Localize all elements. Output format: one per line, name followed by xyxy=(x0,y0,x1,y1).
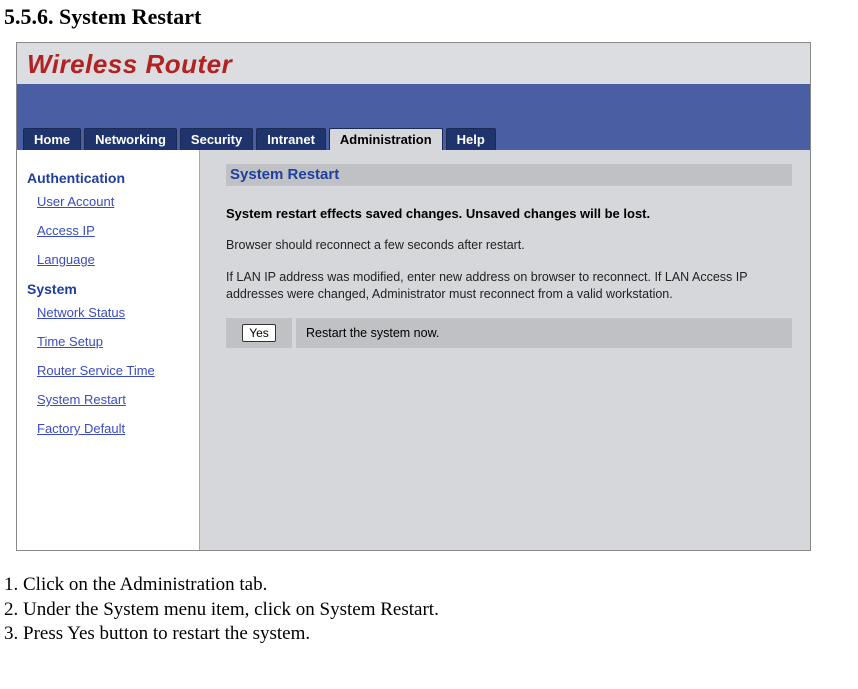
sidebar-item-user-account[interactable]: User Account xyxy=(37,194,189,209)
panel-text-2: If LAN IP address was modified, enter ne… xyxy=(226,269,792,304)
sidebar-section-system: System xyxy=(27,281,189,297)
tab-intranet[interactable]: Intranet xyxy=(256,128,326,150)
doc-step-1: 1. Click on the Administration tab. xyxy=(4,573,854,598)
yes-button[interactable]: Yes xyxy=(242,324,276,342)
panel-title: System Restart xyxy=(226,164,792,186)
panel-text-1: Browser should reconnect a few seconds a… xyxy=(226,237,792,255)
sidebar: Authentication User Account Access IP La… xyxy=(17,150,200,550)
tab-home[interactable]: Home xyxy=(23,128,81,150)
doc-step-2: 2. Under the System menu item, click on … xyxy=(4,598,854,623)
router-logo: Wireless Router xyxy=(27,49,232,79)
sidebar-item-network-status[interactable]: Network Status xyxy=(37,305,189,320)
doc-step-3: 3. Press Yes button to restart the syste… xyxy=(4,622,854,647)
restart-action-text: Restart the system now. xyxy=(296,318,792,348)
doc-section-heading: 5.5.6. System Restart xyxy=(4,4,854,30)
router-header: Wireless Router xyxy=(17,43,810,84)
panel-warning: System restart effects saved changes. Un… xyxy=(226,206,792,221)
router-screenshot: Wireless Router Home Networking Security… xyxy=(16,42,811,551)
main-panel: System Restart System restart effects sa… xyxy=(200,150,810,550)
sidebar-item-factory-default[interactable]: Factory Default xyxy=(37,421,189,436)
router-body: Authentication User Account Access IP La… xyxy=(17,150,810,550)
tab-help[interactable]: Help xyxy=(446,128,496,150)
tab-bar: Home Networking Security Intranet Admini… xyxy=(17,84,810,150)
tab-administration[interactable]: Administration xyxy=(329,128,443,150)
sidebar-item-system-restart[interactable]: System Restart xyxy=(37,392,189,407)
sidebar-item-time-setup[interactable]: Time Setup xyxy=(37,334,189,349)
restart-action-row: Yes Restart the system now. xyxy=(226,318,792,348)
sidebar-item-router-service-time[interactable]: Router Service Time xyxy=(37,363,189,378)
sidebar-item-language[interactable]: Language xyxy=(37,252,189,267)
doc-instructions: 1. Click on the Administration tab. 2. U… xyxy=(4,573,854,647)
sidebar-item-access-ip[interactable]: Access IP xyxy=(37,223,189,238)
tab-networking[interactable]: Networking xyxy=(84,128,177,150)
yes-button-cell: Yes xyxy=(226,318,292,348)
tab-security[interactable]: Security xyxy=(180,128,253,150)
sidebar-section-authentication: Authentication xyxy=(27,170,189,186)
